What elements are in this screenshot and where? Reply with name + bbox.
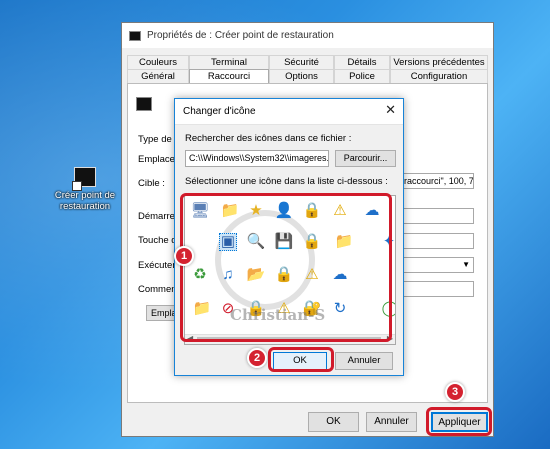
start-in-field[interactable]: [400, 208, 474, 224]
desktop-shortcut-label: Créer point de restauration: [54, 190, 116, 212]
dialog-titlebar[interactable]: Changer d'icône: [175, 99, 403, 125]
highlight-ok-button: [268, 347, 334, 372]
label-shortcut-key: Touche d: [138, 235, 177, 246]
tab-versions-precedentes[interactable]: Versions précédentes: [390, 55, 488, 69]
target-field[interactable]: raccourci", 100, 7": [400, 173, 474, 189]
tab-couleurs[interactable]: Couleurs: [127, 55, 189, 69]
highlight-icon-list: [180, 193, 392, 342]
console-icon: [129, 30, 141, 41]
window-titlebar[interactable]: Propriétés de : Créer point de restaurat…: [122, 23, 493, 48]
search-label: Rechercher des icônes dans ce fichier :: [185, 133, 352, 144]
step-badge-1: 1: [174, 246, 194, 266]
label-target: Cible :: [138, 178, 165, 189]
dialog-cancel-button[interactable]: Annuler: [335, 352, 393, 370]
tab-configuration[interactable]: Configuration: [390, 69, 488, 83]
dialog-title: Changer d'icône: [183, 106, 256, 117]
tab-options[interactable]: Options: [269, 69, 334, 83]
console-shortcut-icon: [72, 167, 96, 191]
label-run: Exécuter: [138, 260, 176, 271]
select-label: Sélectionner une icône dans la liste ci-…: [185, 176, 388, 187]
desktop-shortcut[interactable]: Créer point de restauration: [46, 167, 124, 212]
tab-terminal[interactable]: Terminal: [189, 55, 269, 69]
tab-general[interactable]: Général: [127, 69, 189, 83]
tab-raccourci[interactable]: Raccourci: [189, 69, 269, 83]
tab-securite[interactable]: Sécurité: [269, 55, 334, 69]
highlight-apply-button: [426, 407, 492, 436]
close-icon[interactable]: ✕: [385, 102, 396, 118]
ok-button[interactable]: OK: [308, 412, 359, 432]
step-badge-3: 3: [445, 382, 465, 402]
shortcut-preview-icon: [136, 97, 152, 111]
browse-button[interactable]: Parcourir...: [335, 150, 396, 167]
cancel-button[interactable]: Annuler: [366, 412, 417, 432]
tab-details[interactable]: Détails: [334, 55, 390, 69]
chevron-down-icon: ▼: [462, 260, 470, 269]
label-start-in: Démarrer: [138, 211, 179, 222]
tabs-row-1: Couleurs Terminal Sécurité Détails Versi…: [127, 55, 488, 69]
shortcut-key-field[interactable]: [400, 233, 474, 249]
file-path-input[interactable]: C:\\Windows\\System32\\imageres.c: [185, 150, 329, 167]
window-title: Propriétés de : Créer point de restaurat…: [147, 30, 334, 41]
comment-field[interactable]: [400, 281, 474, 297]
step-badge-2: 2: [247, 348, 267, 368]
tab-police[interactable]: Police: [334, 69, 390, 83]
tabs-row-2: Général Raccourci Options Police Configu…: [127, 69, 488, 83]
run-select[interactable]: ▼: [400, 257, 474, 273]
